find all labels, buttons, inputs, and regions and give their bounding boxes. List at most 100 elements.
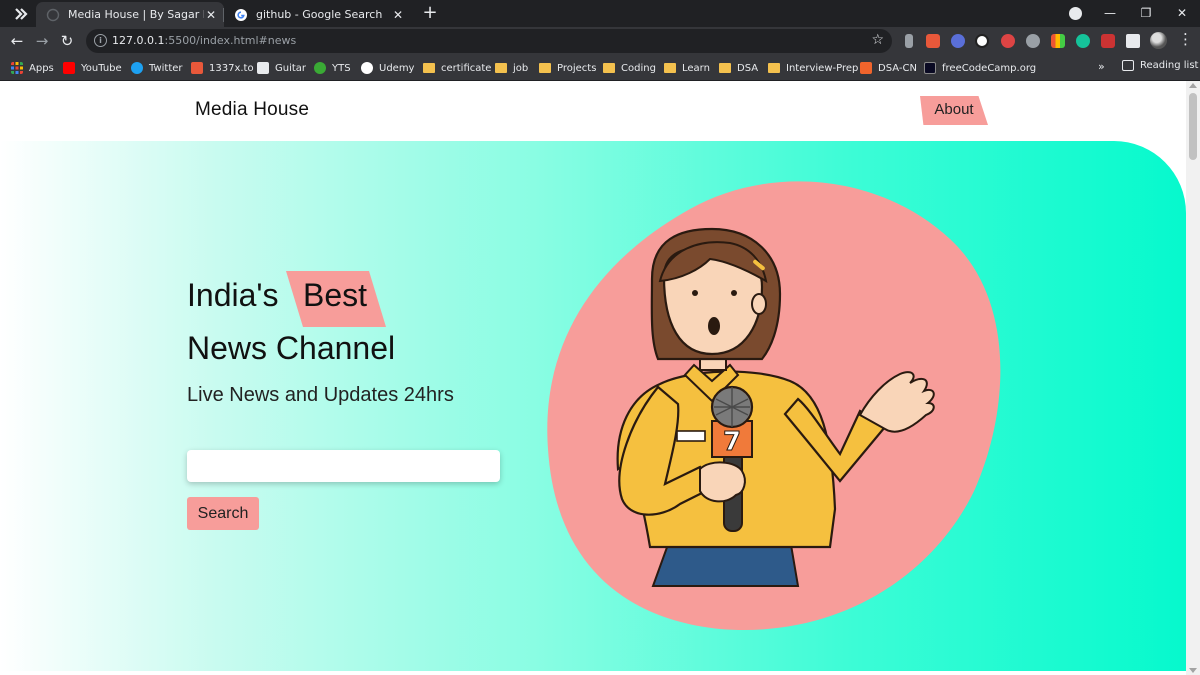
browser-logo-icon	[15, 8, 28, 20]
bookmark-label: Udemy	[379, 62, 415, 74]
bookmark-label: YouTube	[81, 62, 122, 74]
scroll-up-arrow-icon[interactable]	[1189, 83, 1197, 88]
bookmark-label: freeCodeCamp.org	[942, 62, 1037, 74]
page-viewport: Media House About India's Best News Chan…	[0, 81, 1200, 675]
reporter-ear	[751, 293, 767, 315]
restore-button[interactable]: ❐	[1136, 4, 1156, 22]
folder-icon	[539, 63, 551, 73]
bookmark-youtube[interactable]: YouTube	[63, 60, 122, 76]
new-tab-button[interactable]: +	[420, 3, 440, 23]
guitar-icon	[257, 62, 269, 74]
bookmark-label: Guitar	[275, 62, 307, 74]
headline-line2: News Channel	[187, 330, 396, 366]
bookmark-interview-prep[interactable]: Interview-Prep	[768, 60, 858, 76]
about-label: About	[934, 101, 974, 118]
reporter-eye-right	[731, 290, 737, 296]
extension-icon[interactable]	[1026, 34, 1040, 48]
bookmark-label: certificate	[441, 62, 492, 74]
bookmark-label: YTS	[332, 62, 351, 74]
freecodecamp-icon	[924, 62, 936, 74]
bookmark-certificate[interactable]: certificate	[423, 60, 491, 76]
nav-about-link[interactable]: About	[920, 96, 988, 125]
close-tab-icon[interactable]: ✕	[204, 8, 218, 22]
twitter-icon	[131, 62, 143, 74]
menu-kebab-icon[interactable]: ⋮	[1178, 30, 1193, 48]
bookmark-udemy[interactable]: Udemy	[361, 60, 414, 76]
bookmark-apps[interactable]: Apps	[11, 60, 54, 76]
profile-avatar[interactable]	[1150, 32, 1167, 49]
grammarly-icon[interactable]	[1076, 34, 1090, 48]
bookmark-coding[interactable]: Coding	[603, 60, 656, 76]
bookmark-projects[interactable]: Projects	[539, 60, 596, 76]
apps-grid-icon	[11, 62, 23, 74]
site-info-icon[interactable]: i	[94, 34, 107, 47]
bookmark-label: Apps	[29, 62, 54, 74]
bookmark-label: DSA	[737, 62, 759, 74]
page-scrollbar[interactable]	[1186, 81, 1200, 675]
extension-icon[interactable]	[1101, 34, 1115, 48]
close-window-button[interactable]: ✕	[1172, 4, 1192, 22]
address-bar[interactable]: i 127.0.0.1:5500/index.html#news ☆	[86, 29, 892, 53]
reading-list-button[interactable]: Reading list	[1122, 60, 1198, 71]
folder-icon	[664, 63, 676, 73]
google-icon	[235, 8, 247, 21]
tab-title: github - Google Search	[256, 8, 383, 21]
bookmark-label: 1337x.to	[209, 62, 254, 74]
bookmark-label: Interview-Prep	[786, 62, 859, 74]
scroll-thumb[interactable]	[1189, 93, 1197, 160]
reading-list-icon	[1122, 60, 1134, 71]
yts-icon	[314, 62, 326, 74]
extension-icon[interactable]	[926, 34, 940, 48]
tab-media-house[interactable]: Media House | By Sagar Paul ✕	[36, 2, 224, 27]
reporter-eye-left	[692, 290, 698, 296]
reading-list-label: Reading list	[1140, 60, 1199, 71]
browser-tabstrip: Media House | By Sagar Paul ✕ github - G…	[0, 0, 1200, 27]
bookmark-job[interactable]: job	[495, 60, 528, 76]
bookmark-1337x[interactable]: 1337x.to	[191, 60, 254, 76]
scroll-down-arrow-icon[interactable]	[1189, 668, 1197, 673]
reload-button[interactable]: ↻	[57, 31, 77, 51]
bookmarks-bar: Apps YouTube Twitter 1337x.to Guitar YTS…	[0, 55, 1200, 81]
folder-icon	[423, 63, 435, 73]
bookmark-label: DSA-CN	[878, 62, 917, 74]
extension-icon[interactable]	[905, 34, 913, 48]
bookmark-freecodecamp[interactable]: freeCodeCamp.org	[924, 60, 1036, 76]
bookmark-label: Coding	[621, 62, 656, 74]
bookmark-learn[interactable]: Learn	[664, 60, 710, 76]
bookmark-label: job	[513, 62, 529, 74]
bookmark-label: Learn	[682, 62, 710, 74]
globe-icon	[46, 8, 60, 21]
bookmark-label: Twitter	[149, 62, 183, 74]
reporter-mouth	[708, 317, 720, 335]
udemy-icon	[361, 62, 373, 74]
bookmark-star-icon[interactable]: ☆	[871, 32, 884, 48]
hero-subtitle: Live News and Updates 24hrs	[187, 384, 454, 406]
folder-icon	[603, 63, 615, 73]
bookmark-twitter[interactable]: Twitter	[131, 60, 183, 76]
extension-icon[interactable]	[951, 34, 965, 48]
brand-logo[interactable]: Media House	[195, 99, 309, 121]
bookmark-dsa-cn[interactable]: DSA-CN	[860, 60, 917, 76]
tab-github-search[interactable]: github - Google Search ✕	[224, 2, 412, 27]
bookmark-guitar[interactable]: Guitar	[257, 60, 306, 76]
extension-icon[interactable]	[975, 34, 989, 48]
headline-highlight: Best	[286, 271, 386, 327]
tab-search-icon[interactable]	[1069, 7, 1082, 20]
extension-icon[interactable]	[1051, 34, 1065, 48]
youtube-icon	[63, 62, 75, 74]
search-input[interactable]	[187, 450, 500, 482]
folder-icon	[495, 63, 507, 73]
search-button[interactable]: Search	[187, 497, 259, 530]
bookmark-yts[interactable]: YTS	[314, 60, 351, 76]
bookmarks-overflow-button[interactable]: »	[1098, 60, 1105, 73]
extensions-puzzle-icon[interactable]	[1126, 34, 1140, 48]
news-reporter-illustration: 7	[547, 181, 1001, 631]
minimize-button[interactable]: —	[1100, 4, 1120, 22]
back-button[interactable]: ←	[7, 31, 27, 51]
forward-button[interactable]: →	[32, 31, 52, 51]
close-tab-icon[interactable]: ✕	[390, 8, 406, 22]
bookmark-dsa[interactable]: DSA	[719, 60, 758, 76]
extension-icon[interactable]	[1001, 34, 1015, 48]
headline-highlight-text: Best	[303, 277, 368, 313]
address-url[interactable]: 127.0.0.1:5500/index.html#news	[112, 34, 296, 47]
